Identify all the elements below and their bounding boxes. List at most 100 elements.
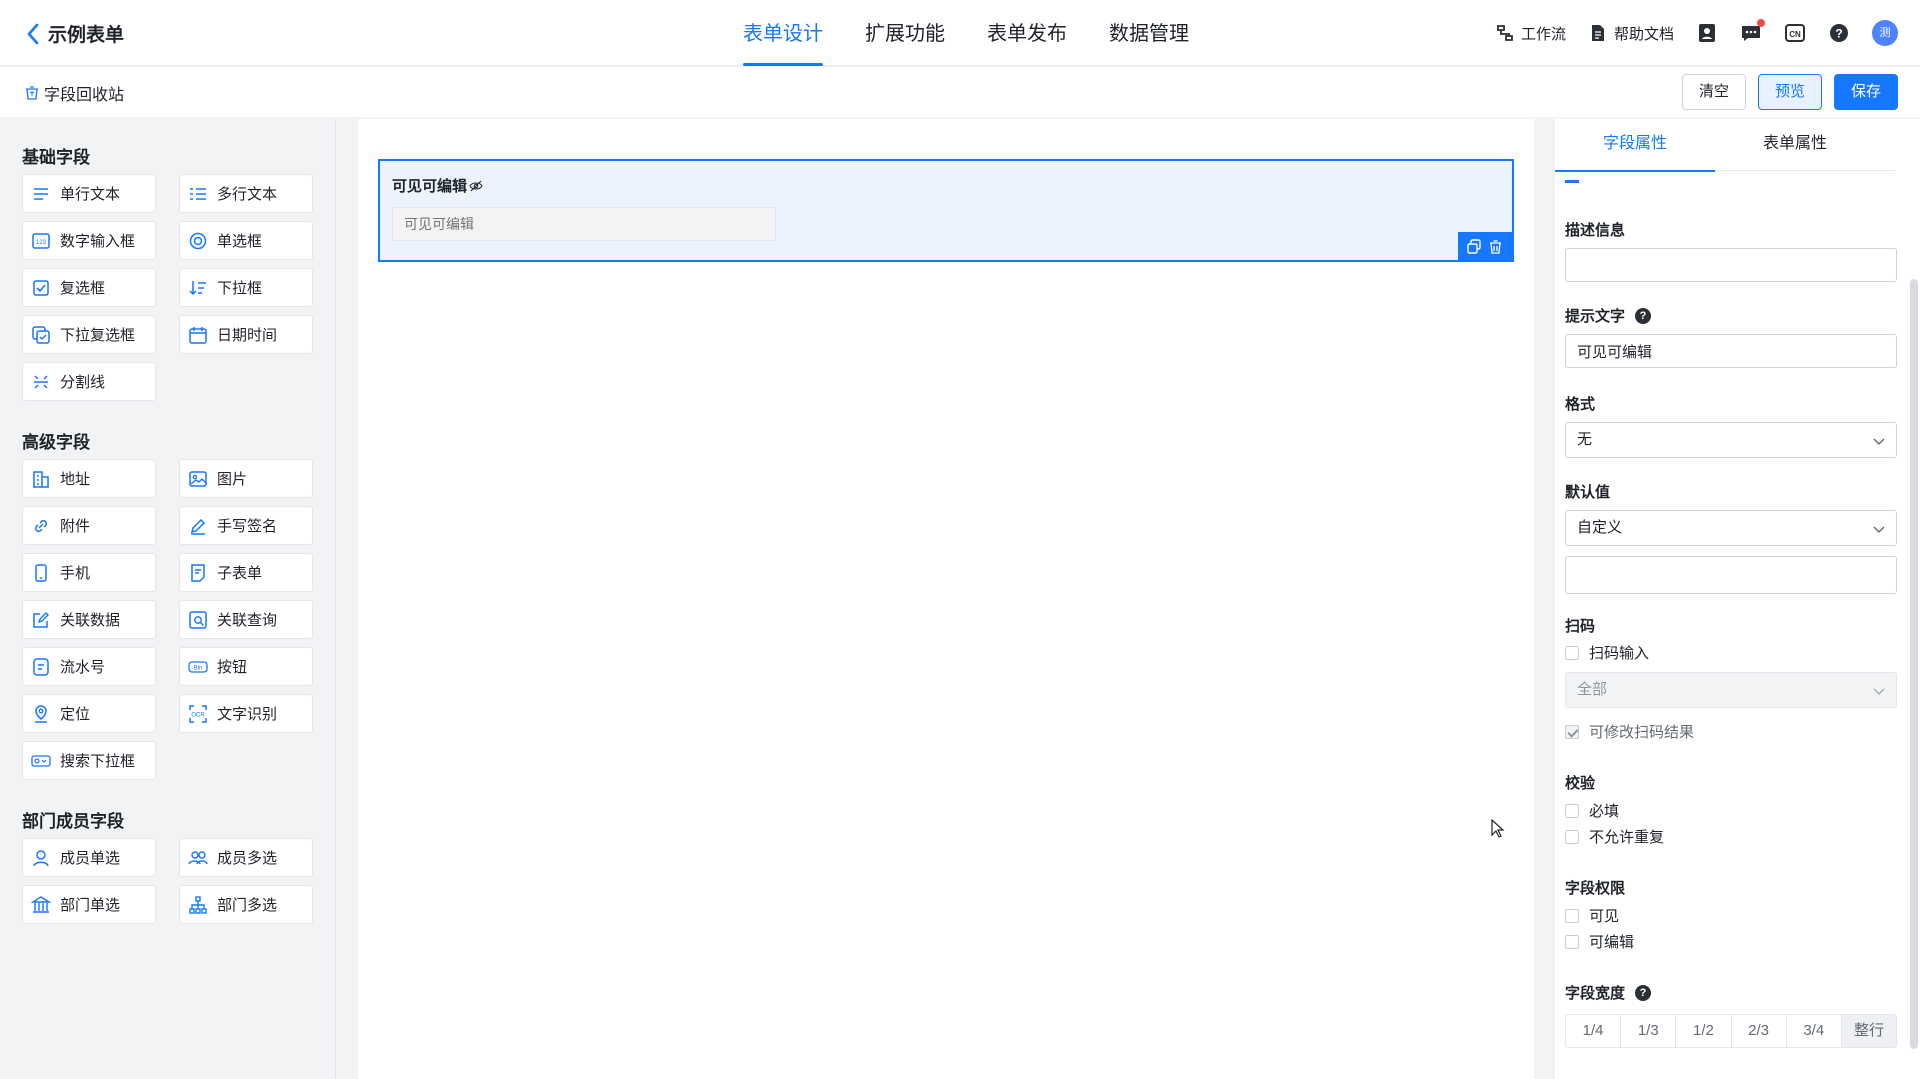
tab-data-management[interactable]: 数据管理 xyxy=(1109,0,1189,66)
field-department-multi[interactable]: 部门多选 xyxy=(179,885,313,924)
tab-form-publish[interactable]: 表单发布 xyxy=(987,0,1067,66)
width-option-2-3[interactable]: 2/3 xyxy=(1732,1015,1787,1047)
tab-form-design[interactable]: 表单设计 xyxy=(743,0,823,66)
field-datetime[interactable]: 日期时间 xyxy=(179,315,313,354)
recycle-bin-icon xyxy=(26,86,38,100)
help-button[interactable]: ? xyxy=(1828,22,1850,44)
checkbox-box[interactable] xyxy=(1565,934,1579,949)
workflow-icon xyxy=(1497,25,1513,41)
svg-text:?: ? xyxy=(1835,27,1842,41)
field-palette: 基础字段 单行文本 多行文本 123 数字输入框 单选框 复选框 下拉框 下拉复… xyxy=(0,119,336,1079)
field-attachment[interactable]: 附件 xyxy=(22,506,156,545)
format-label: 格式 xyxy=(1565,396,1596,413)
field-ocr[interactable]: OCR 文字识别 xyxy=(179,694,313,733)
org-chart-icon xyxy=(189,895,207,914)
hint-input[interactable] xyxy=(1565,334,1897,368)
field-department-single[interactable]: 部门单选 xyxy=(22,885,156,924)
preview-button[interactable]: 预览 xyxy=(1757,74,1822,110)
format-select[interactable]: 无 xyxy=(1565,422,1897,458)
field-label: 关联查询 xyxy=(217,612,278,629)
field-linked-data[interactable]: 关联数据 xyxy=(22,600,156,639)
checkbox-box[interactable] xyxy=(1565,829,1579,844)
field-recycle-bin[interactable]: 字段回收站 xyxy=(24,81,124,105)
width-option-1-3[interactable]: 1/3 xyxy=(1621,1015,1677,1047)
notification-dot xyxy=(1757,19,1765,27)
checkbox-box[interactable] xyxy=(1565,645,1579,660)
editable-checkbox[interactable]: 可编辑 xyxy=(1565,931,1634,952)
field-linked-query[interactable]: 关联查询 xyxy=(179,600,313,639)
help-icon[interactable]: ? xyxy=(1635,984,1652,1001)
default-value-select[interactable]: 自定义 xyxy=(1565,510,1897,546)
main-nav: 表单设计 扩展功能 表单发布 数据管理 xyxy=(743,0,1189,66)
delete-icon[interactable] xyxy=(1488,239,1503,254)
workflow-label: 工作流 xyxy=(1520,25,1566,43)
default-value-value: 自定义 xyxy=(1577,519,1623,536)
field-dropdown[interactable]: 下拉框 xyxy=(179,268,313,307)
divider-icon xyxy=(34,374,48,389)
field-image[interactable]: 图片 xyxy=(179,459,313,498)
help-icon[interactable]: ? xyxy=(1635,307,1652,324)
serial-icon xyxy=(33,657,49,676)
field-search-dropdown[interactable]: 搜索下拉框 xyxy=(22,741,156,780)
width-option-1-2[interactable]: 1/2 xyxy=(1676,1015,1732,1047)
back-button[interactable]: 示例表单 xyxy=(24,20,124,47)
field-number-input[interactable]: 123 数字输入框 xyxy=(22,221,156,260)
field-address[interactable]: 地址 xyxy=(22,459,156,498)
field-label: 单选框 xyxy=(217,233,263,250)
dropdown-icon xyxy=(189,280,206,295)
field-width-selector: 1/4 1/3 1/2 2/3 3/4 整行 xyxy=(1565,1014,1897,1048)
action-buttons: 清空 预览 保存 xyxy=(1681,74,1898,110)
checkbox-box[interactable] xyxy=(1565,803,1579,818)
field-label: 附件 xyxy=(60,518,91,535)
save-button[interactable]: 保存 xyxy=(1833,74,1898,110)
default-custom-input[interactable] xyxy=(1565,556,1897,594)
properties-scrollbar[interactable] xyxy=(1910,279,1918,1049)
hint-label: 提示文字? xyxy=(1565,305,1652,326)
field-label: 下拉框 xyxy=(217,280,263,297)
field-label: 复选框 xyxy=(60,280,106,297)
field-mobile[interactable]: 手机 xyxy=(22,553,156,592)
width-option-1-4[interactable]: 1/4 xyxy=(1566,1015,1622,1047)
field-signature[interactable]: 手写签名 xyxy=(179,506,313,545)
field-serial-number[interactable]: 流水号 xyxy=(22,647,156,686)
field-checkbox[interactable]: 复选框 xyxy=(22,268,156,307)
copy-icon[interactable] xyxy=(1467,238,1482,254)
contacts-button[interactable] xyxy=(1696,22,1718,44)
field-multi-dropdown[interactable]: 下拉复选框 xyxy=(22,315,156,354)
width-option-full[interactable]: 整行 xyxy=(1841,1015,1896,1047)
clear-button[interactable]: 清空 xyxy=(1681,74,1746,110)
required-checkbox[interactable]: 必填 xyxy=(1565,800,1619,821)
width-option-3-4[interactable]: 3/4 xyxy=(1787,1015,1842,1047)
field-multi-line-text[interactable]: 多行文本 xyxy=(179,174,313,213)
field-single-line-text[interactable]: 单行文本 xyxy=(22,174,156,213)
scan-input-checkbox[interactable]: 扫码输入 xyxy=(1565,642,1649,663)
radio-icon xyxy=(189,232,207,249)
field-divider[interactable]: 分割线 xyxy=(22,362,156,401)
language-button[interactable]: CN xyxy=(1784,22,1806,44)
checkbox-box[interactable] xyxy=(1565,908,1579,923)
field-action-bar xyxy=(1458,232,1512,260)
field-member-multi[interactable]: 成员多选 xyxy=(179,838,313,877)
field-subform[interactable]: 子表单 xyxy=(179,553,313,592)
tab-field-properties[interactable]: 字段属性 xyxy=(1555,119,1715,172)
search-dropdown-icon xyxy=(31,754,51,767)
subform-icon xyxy=(191,563,205,582)
messages-button[interactable] xyxy=(1740,19,1765,44)
workflow-button[interactable]: 工作流 xyxy=(1495,23,1566,44)
selected-form-field[interactable]: 可见可编辑 xyxy=(378,159,1514,262)
field-radio[interactable]: 单选框 xyxy=(179,221,313,260)
field-location[interactable]: 定位 xyxy=(22,694,156,733)
no-duplicate-checkbox[interactable]: 不允许重复 xyxy=(1565,826,1664,847)
svg-text:Btn: Btn xyxy=(193,665,202,671)
tab-extensions[interactable]: 扩展功能 xyxy=(865,0,945,66)
form-canvas[interactable]: 可见可编辑 xyxy=(358,119,1534,1079)
description-input[interactable] xyxy=(1565,248,1897,282)
user-avatar[interactable]: 测 xyxy=(1872,20,1898,46)
help-docs-button[interactable]: 帮助文档 xyxy=(1588,23,1674,44)
field-preview-input[interactable] xyxy=(392,207,776,241)
field-member-single[interactable]: 成员单选 xyxy=(22,838,156,877)
visible-checkbox[interactable]: 可见 xyxy=(1565,905,1619,926)
field-button[interactable]: Btn 按钮 xyxy=(179,647,313,686)
chevron-down-icon xyxy=(1873,526,1885,533)
tab-form-properties[interactable]: 表单属性 xyxy=(1715,119,1875,171)
